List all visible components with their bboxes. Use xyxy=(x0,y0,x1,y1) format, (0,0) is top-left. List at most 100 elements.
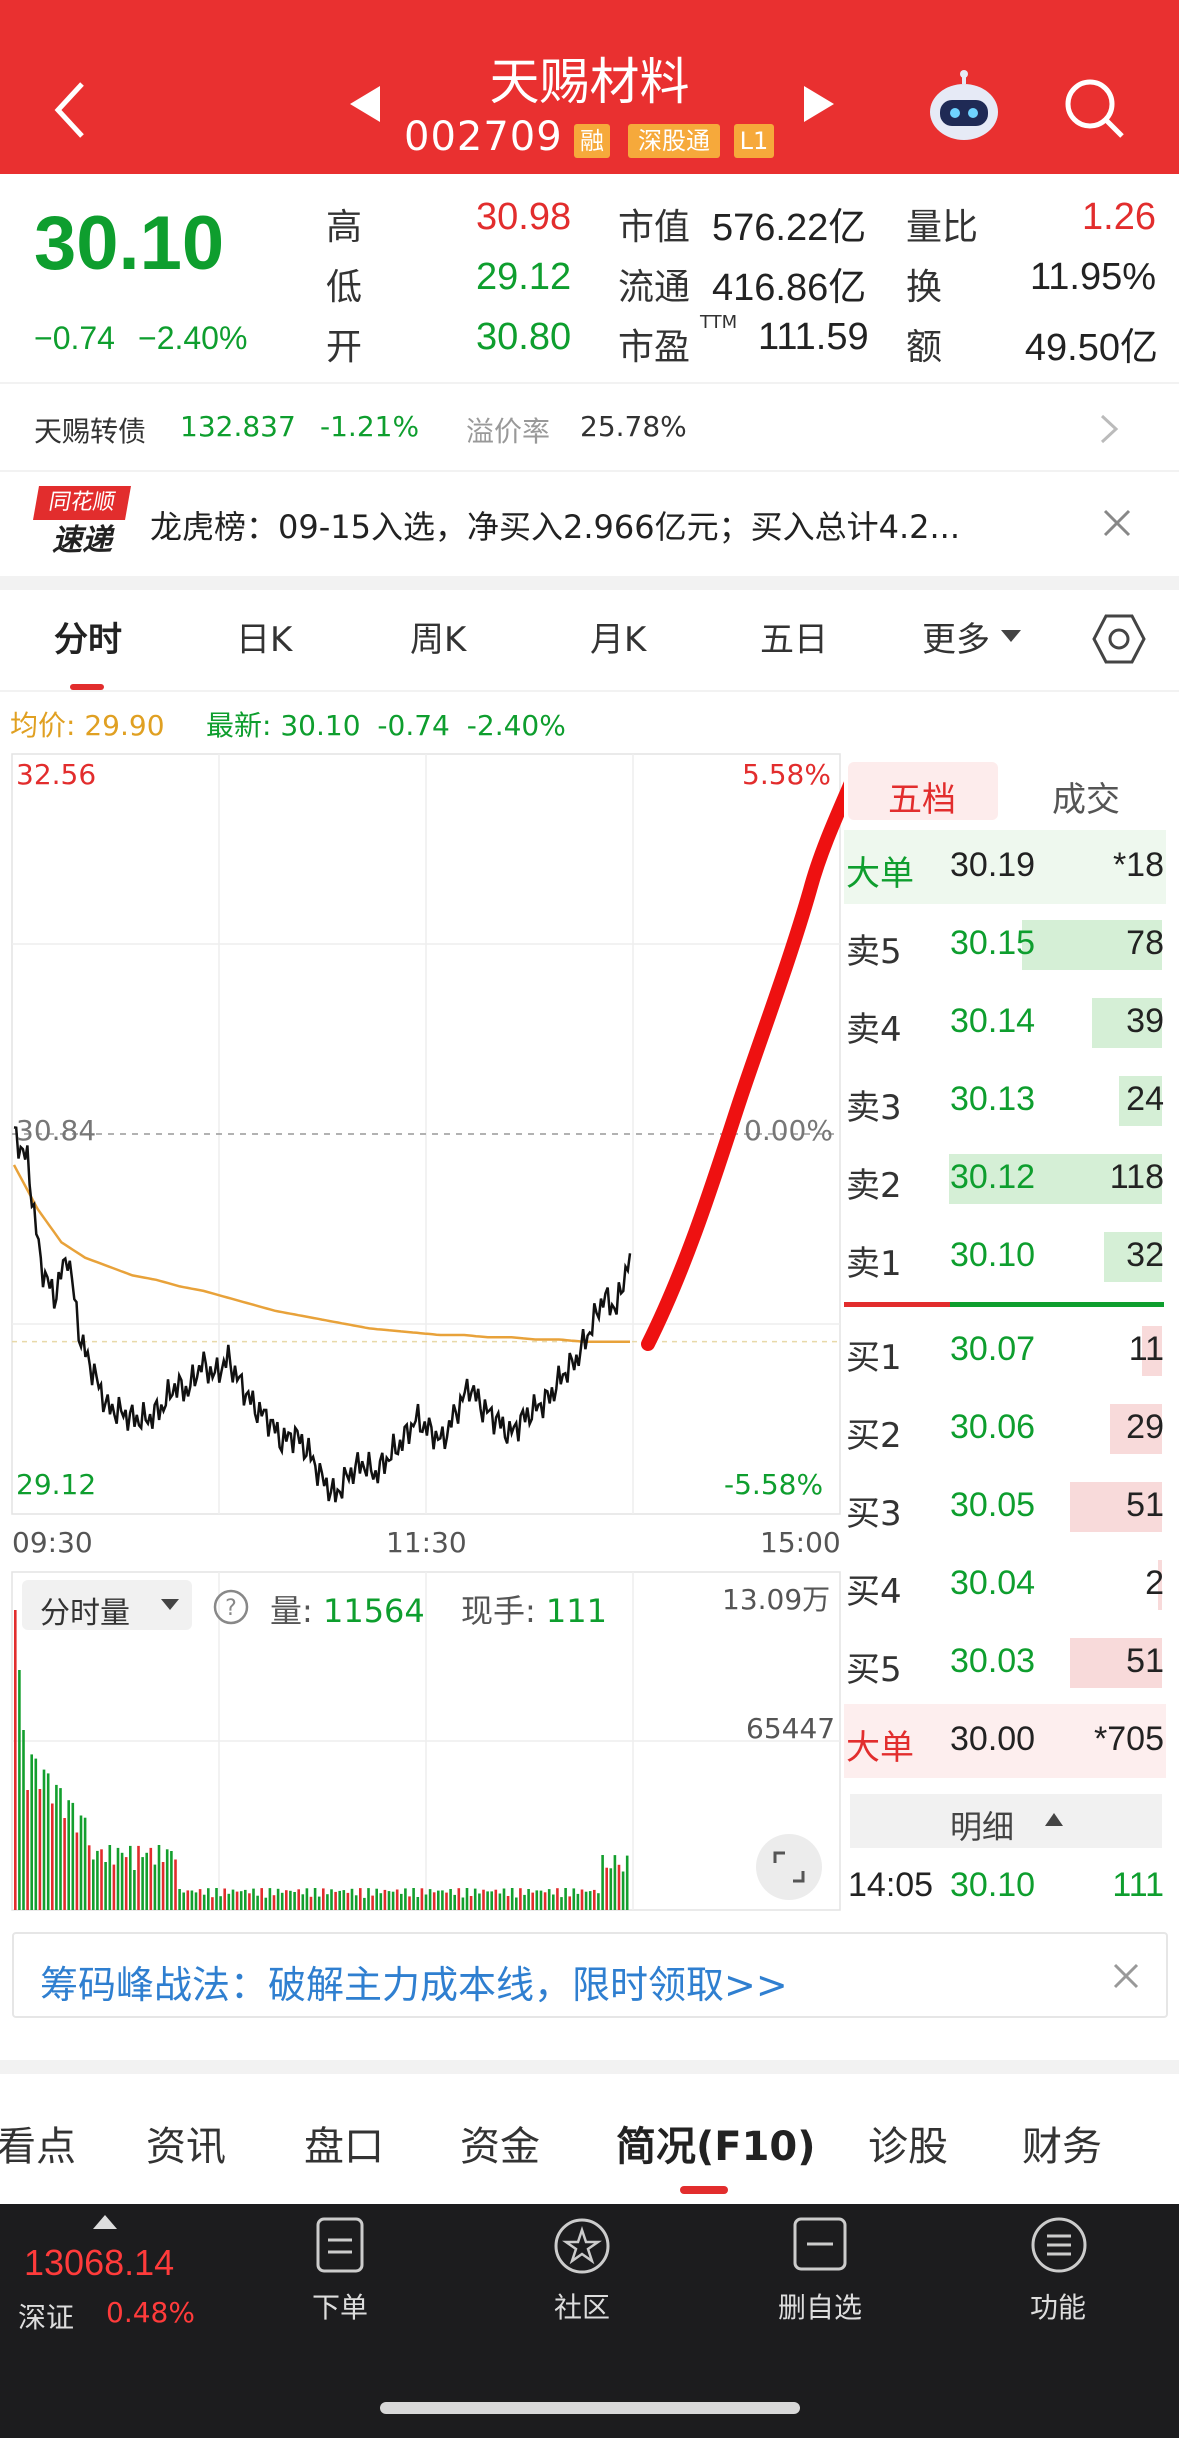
level-volume: 24 xyxy=(1126,1080,1164,1118)
order-button[interactable]: 下单 xyxy=(260,2204,420,2334)
intraday-chart[interactable] xyxy=(0,740,844,1922)
volume-bar xyxy=(79,1815,83,1910)
level-label: 买2 xyxy=(846,1416,902,1456)
volume-bar xyxy=(59,1788,62,1910)
pe-value: 111.59 xyxy=(758,316,869,358)
close-icon[interactable] xyxy=(1102,508,1132,538)
volume-bar xyxy=(326,1894,329,1910)
ask-row[interactable]: 卖1 30.10 32 xyxy=(844,1220,1166,1294)
volume-bar xyxy=(593,1889,596,1910)
level-label: 卖4 xyxy=(846,1010,902,1050)
tab-five-day[interactable]: 五日 xyxy=(760,612,828,661)
ask-row[interactable]: 卖3 30.13 24 xyxy=(844,1064,1166,1138)
bid-row[interactable]: 买1 30.07 11 xyxy=(844,1314,1166,1388)
promo-banner[interactable]: 筹码峰战法：破解主力成本线，限时领取>> xyxy=(12,1932,1168,2018)
y-mid-label: 30.84 xyxy=(16,1114,97,1147)
bid-row[interactable]: 买4 30.04 2 xyxy=(844,1548,1166,1622)
tab-intraday[interactable]: 分时 xyxy=(54,612,122,661)
tab-five-levels[interactable]: 五档 xyxy=(848,762,998,820)
tab-profile[interactable]: 简况(F10) xyxy=(616,2114,816,2172)
volume-bar xyxy=(605,1867,608,1910)
detail-toggle[interactable]: 明细 xyxy=(850,1794,1162,1848)
turnover-value: 11.95% xyxy=(1029,256,1156,298)
volume-bar xyxy=(539,1890,543,1910)
volume-bar xyxy=(38,1789,42,1910)
level-price: 30.06 xyxy=(950,1408,1036,1446)
ask-row[interactable]: 卖5 30.15 78 xyxy=(844,908,1166,982)
tab-weekly-k[interactable]: 周K xyxy=(410,612,466,661)
tab-monthly-k[interactable]: 月K xyxy=(590,612,646,661)
functions-button[interactable]: 功能 xyxy=(978,2204,1138,2334)
volume-bar xyxy=(375,1888,378,1910)
level-volume: 29 xyxy=(1126,1408,1164,1446)
volume-bar xyxy=(404,1888,407,1910)
remove-watchlist-button[interactable]: 删自选 xyxy=(740,2204,900,2334)
volume-selector[interactable]: 分时量 xyxy=(22,1580,192,1631)
volume-bar xyxy=(543,1892,547,1910)
tab-highlights[interactable]: 看点 xyxy=(0,2114,76,2172)
y-top-label: 32.56 xyxy=(16,758,97,791)
volume-bar xyxy=(67,1800,70,1910)
help-icon[interactable]: ? xyxy=(212,1588,250,1626)
volume-bar xyxy=(354,1895,358,1910)
volume-bar xyxy=(588,1891,592,1910)
volume-bar xyxy=(112,1864,116,1910)
pct-top-label: 5.58% xyxy=(742,758,831,791)
volume-bar xyxy=(322,1888,325,1910)
volume-bar xyxy=(285,1890,288,1910)
news-flash-bar[interactable]: 同花顺 速递 龙虎榜：09-15入选，净买入2.966亿元；买入总计4.2... xyxy=(0,472,1179,576)
volume-bar xyxy=(428,1889,432,1910)
volume-bar xyxy=(309,1896,313,1910)
caret-up-icon xyxy=(1045,1813,1063,1826)
mcap-value: 576.22亿 xyxy=(712,207,867,249)
volume-bar xyxy=(412,1888,415,1910)
caret-up-icon xyxy=(93,2215,117,2229)
pct-bottom-label: -5.58% xyxy=(724,1468,824,1501)
vol-ratio-value: 1.26 xyxy=(1082,196,1156,238)
tab-financials[interactable]: 财务 xyxy=(1022,2114,1102,2172)
level-price: 30.14 xyxy=(950,1002,1036,1040)
volume-bar xyxy=(149,1847,153,1910)
tab-trades[interactable]: 成交 xyxy=(1052,772,1120,821)
level-label: 卖2 xyxy=(846,1166,902,1206)
app-header: 天赐材料 002709 融 深股通 L1 xyxy=(0,0,1179,174)
svg-text:?: ? xyxy=(225,1596,237,1621)
tab-capital[interactable]: 资金 xyxy=(460,2114,540,2172)
tab-more[interactable]: 更多 xyxy=(922,612,990,661)
bid-row[interactable]: 买2 30.06 29 xyxy=(844,1392,1166,1466)
price-line xyxy=(13,1126,632,1503)
bid-row[interactable]: 买3 30.05 51 xyxy=(844,1470,1166,1544)
search-icon[interactable] xyxy=(1062,76,1128,142)
caret-down-icon xyxy=(161,1599,179,1610)
ask-row[interactable]: 卖2 30.12 118 xyxy=(844,1142,1166,1216)
close-icon[interactable] xyxy=(1112,1962,1140,1990)
volume-bar xyxy=(441,1890,444,1910)
fullscreen-button[interactable] xyxy=(756,1834,822,1900)
volume-bar xyxy=(334,1891,337,1910)
ask-row[interactable]: 卖4 30.14 39 xyxy=(844,986,1166,1060)
level-volume: 2 xyxy=(1145,1564,1164,1602)
tab-news[interactable]: 资讯 xyxy=(146,2114,226,2172)
mcap-label: 市值 xyxy=(618,207,691,248)
tab-diagnosis[interactable]: 诊股 xyxy=(868,2114,948,2172)
volume-bar xyxy=(494,1889,498,1910)
tab-daily-k[interactable]: 日K xyxy=(236,612,292,661)
level-label: 买4 xyxy=(846,1572,902,1612)
volume-bar xyxy=(457,1888,461,1910)
bond-name: 天赐转债 xyxy=(34,415,147,448)
volume-bar xyxy=(120,1852,124,1910)
volume-bar xyxy=(445,1892,448,1910)
settings-icon[interactable] xyxy=(1092,612,1146,666)
convertible-bond-row[interactable]: 天赐转债 132.837 -1.21% 溢价率 25.78% xyxy=(0,384,1179,472)
tab-order-flow[interactable]: 盘口 xyxy=(304,2114,384,2172)
volume-bar xyxy=(515,1897,518,1910)
community-button[interactable]: 社区 xyxy=(502,2204,662,2334)
tab-five-levels-label: 五档 xyxy=(888,780,956,820)
volume-bar xyxy=(560,1897,563,1910)
next-stock-icon[interactable] xyxy=(802,84,836,124)
volume-bar xyxy=(178,1889,181,1910)
bid-row[interactable]: 买5 30.03 51 xyxy=(844,1626,1166,1700)
premium-value: 25.78% xyxy=(580,410,687,443)
volume-bar xyxy=(186,1890,190,1910)
robot-assistant-icon[interactable] xyxy=(924,70,1004,146)
